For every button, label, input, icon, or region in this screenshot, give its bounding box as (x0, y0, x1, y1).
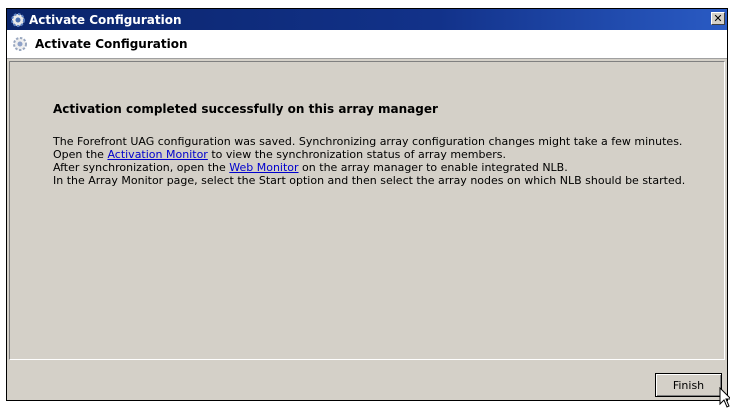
header-title: Activate Configuration (35, 37, 188, 51)
wizard-header: Activate Configuration (7, 30, 727, 59)
close-button[interactable]: ✕ (711, 12, 725, 25)
message-line-3: After synchronization, open the Web Moni… (53, 161, 685, 174)
mouse-cursor-icon (719, 387, 730, 408)
message-text: The Forefront UAG configuration was save… (53, 135, 685, 187)
dialog-window: Activate Configuration ✕ Activate Config… (6, 8, 730, 408)
gear-icon (13, 37, 27, 51)
content-panel: Activation completed successfully on thi… (9, 61, 725, 360)
message-line-1: The Forefront UAG configuration was save… (53, 135, 683, 148)
gear-icon (11, 12, 25, 27)
message-line-3-post: on the array manager to enable integrate… (298, 161, 568, 174)
title-bar[interactable]: Activate Configuration ✕ (7, 9, 727, 30)
message-line-4: In the Array Monitor page, select the St… (53, 174, 686, 187)
message-line-2-post: to view the synchronization status of ar… (207, 148, 507, 161)
success-heading: Activation completed successfully on thi… (53, 102, 438, 116)
activation-monitor-link[interactable]: Activation Monitor (107, 148, 207, 161)
finish-button[interactable]: Finish (655, 373, 722, 397)
web-monitor-link[interactable]: Web Monitor (229, 161, 298, 174)
message-line-3-pre: After synchronization, open the (53, 161, 230, 174)
window-title: Activate Configuration (29, 12, 182, 27)
message-line-2: Open the Activation Monitor to view the … (53, 148, 685, 161)
message-line-2-pre: Open the (53, 148, 108, 161)
